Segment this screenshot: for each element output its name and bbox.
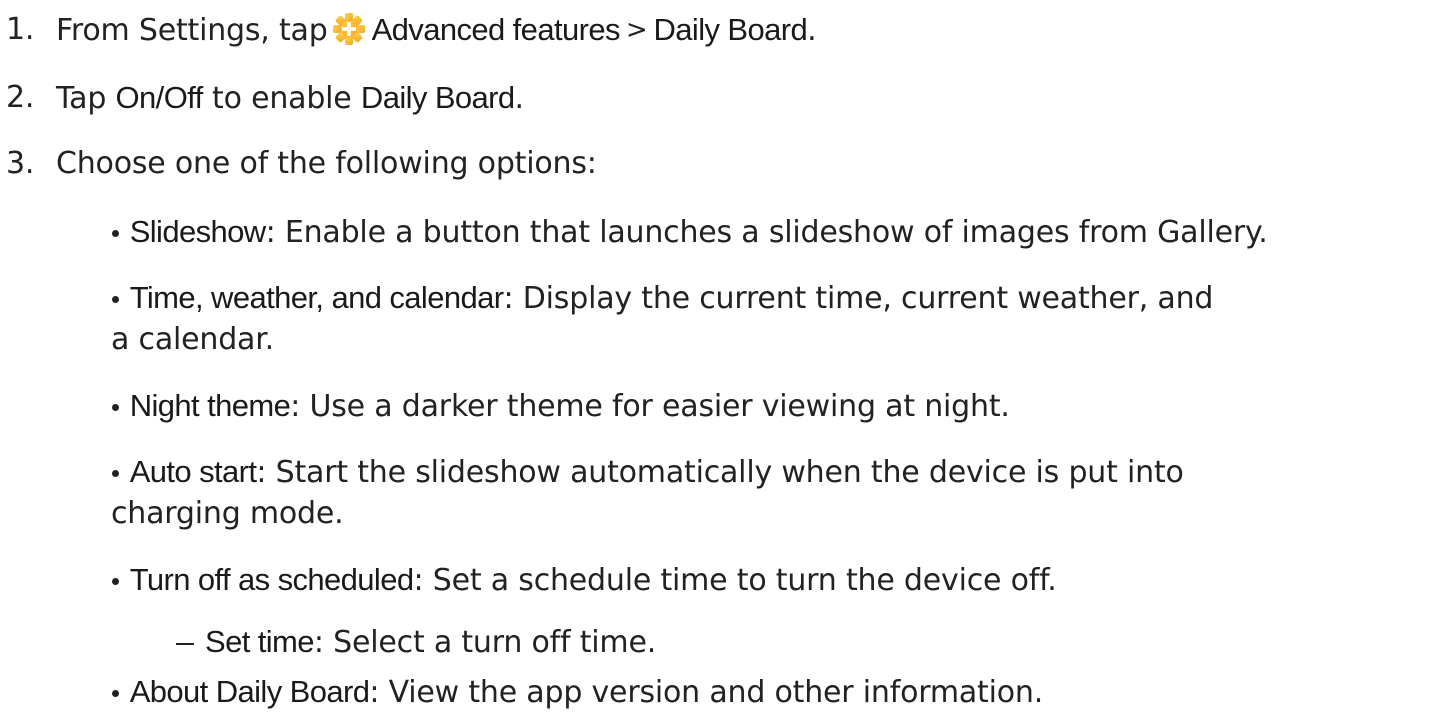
option-term: Time, weather, and calendar — [129, 280, 504, 315]
sub-option-term: Set time — [205, 624, 315, 659]
option-desc: : Set a schedule time to turn the device… — [413, 563, 1057, 598]
daily-board-term: Daily Board — [360, 80, 515, 115]
daily-board-term: Daily Board — [653, 12, 808, 47]
option-desc-cont: charging mode. — [111, 496, 344, 531]
option-term: Night theme — [129, 388, 291, 423]
option-term: Slideshow — [129, 214, 267, 249]
sub-option-desc: : Select a turn off time. — [313, 625, 657, 660]
option-text: Slideshow: Enable a button that launches… — [111, 212, 1268, 253]
dash-icon — [176, 643, 194, 645]
step-2-pre: Tap — [56, 81, 116, 116]
step-number: 2. — [6, 80, 35, 115]
step-1-pre: From Settings, tap — [56, 13, 328, 48]
step-text: Tap On/Off to enable Daily Board. — [56, 78, 524, 119]
option-text: Turn off as scheduled: Set a schedule ti… — [111, 560, 1057, 601]
option-desc: : Start the slideshow automatically when… — [256, 455, 1184, 490]
option-text: Time, weather, and calendar: Display the… — [111, 278, 1214, 319]
step-2-post: . — [514, 81, 525, 116]
sub-option-text: Set time: Select a turn off time. — [205, 622, 656, 663]
option-term: About Daily Board — [129, 674, 370, 709]
on-off-term: On/Off — [115, 80, 204, 115]
step-number: 3. — [6, 146, 35, 181]
advanced-features-term: Advanced features — [371, 12, 621, 47]
option-term: Turn off as scheduled — [129, 562, 414, 597]
option-text: Night theme: Use a darker theme for easi… — [111, 386, 1010, 427]
step-text: Choose one of the following options: — [56, 146, 597, 181]
option-desc-cont: a calendar. — [111, 322, 274, 357]
option-text: Auto start: Start the slideshow automati… — [111, 452, 1184, 493]
option-desc: : Use a darker theme for easier viewing … — [290, 389, 1010, 424]
step-text: From Settings, tap Advanced features > D… — [56, 10, 817, 52]
step-2-mid: to enable — [202, 81, 361, 116]
step-1-post: . — [807, 13, 817, 48]
step-number: 1. — [6, 12, 35, 47]
option-term: Auto start — [129, 454, 257, 489]
option-desc: : Display the current time, current weat… — [503, 281, 1214, 316]
option-desc: : View the app version and other informa… — [369, 675, 1044, 710]
chevron-right-icon: > — [625, 15, 648, 45]
option-desc: : Enable a button that launches a slides… — [265, 215, 1268, 250]
advanced-features-gear-icon — [332, 13, 365, 45]
option-text: About Daily Board: View the app version … — [111, 672, 1044, 713]
